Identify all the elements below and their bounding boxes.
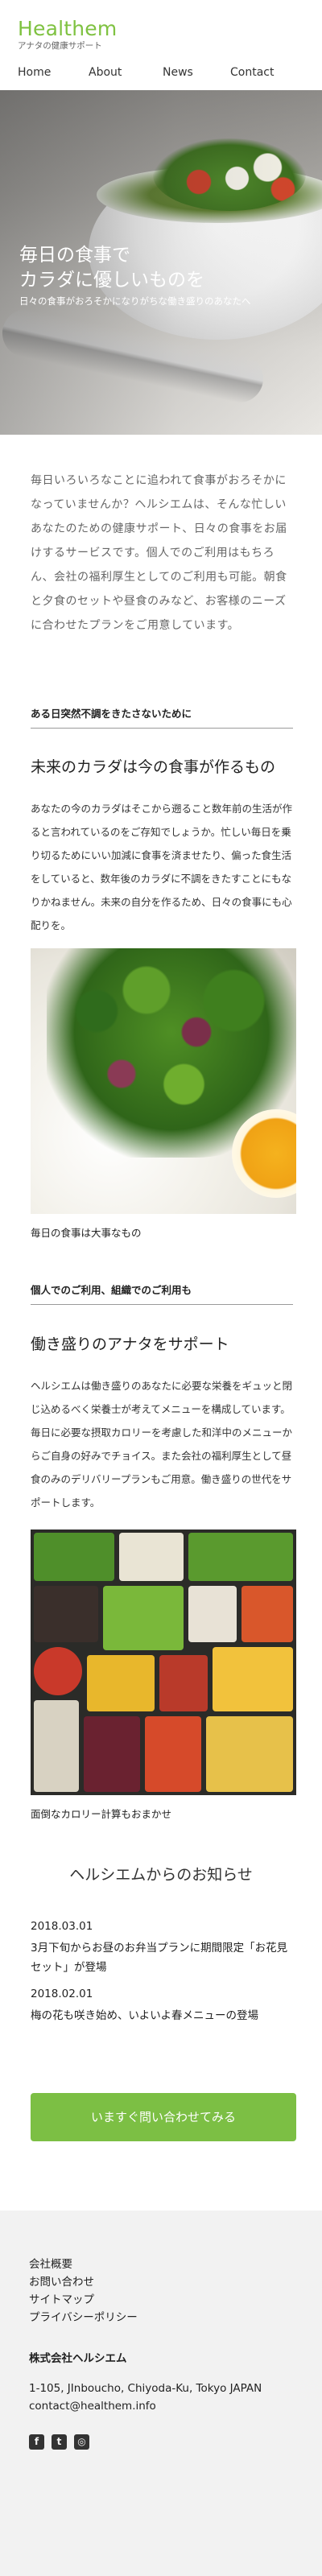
tomato-cell xyxy=(34,1647,82,1695)
section2-label: 個人でのご利用、組織でのご利用も xyxy=(31,1282,293,1305)
address-line: 1-105, JInboucho, Chiyoda-Ku, Tokyo JAPA… xyxy=(29,2382,262,2395)
hero-title: 毎日の食事で カラダに優しいものを xyxy=(19,243,204,293)
hero-subtitle: 日々の食事がおろそかになりがちな働き盛りのあなたへ xyxy=(19,295,251,307)
footer-link-privacy[interactable]: プライバシーポリシー xyxy=(29,2309,138,2326)
footer-link-sitemap[interactable]: サイトマップ xyxy=(29,2291,138,2309)
section2-photo xyxy=(31,1530,296,1795)
company-address: 1-105, JInboucho, Chiyoda-Ku, Tokyo JAPA… xyxy=(29,2380,262,2415)
news-heading: ヘルシエムからのお知らせ xyxy=(69,1866,253,1884)
facebook-icon[interactable]: f xyxy=(29,2434,44,2450)
section1-caption: 毎日の食事は大事なもの xyxy=(31,1227,142,1239)
news-date: 2018.03.01 xyxy=(31,1920,93,1933)
nav-news[interactable]: News xyxy=(163,64,193,80)
nav-about[interactable]: About xyxy=(89,64,122,80)
section1-body: あなたの今のカラダはそこから遡ること数年前の生活が作ると言われているのをご存知で… xyxy=(31,803,293,931)
food-tray-cell xyxy=(84,1716,140,1792)
food-tray-cell xyxy=(34,1533,114,1581)
news-item-link[interactable]: 3月下旬からお昼のお弁当プランに期間限定「お花見セット」が登場 xyxy=(31,1938,296,1977)
food-tray-cell xyxy=(87,1655,155,1711)
section2-caption: 面倒なカロリー計算もおまかせ xyxy=(31,1808,172,1820)
instagram-icon[interactable]: ◎ xyxy=(74,2434,89,2450)
section2-body: ヘルシエムは働き盛りのあなたに必要な栄養をギュッと閉じ込めるべく栄養士が考えてメ… xyxy=(31,1380,293,1509)
food-tray-cell xyxy=(206,1716,293,1792)
news-item-link[interactable]: 梅の花も咲き始め、いよいよ春メニューの登場 xyxy=(31,2006,296,2025)
social-links: f t ◎ xyxy=(29,2434,89,2450)
twitter-icon[interactable]: t xyxy=(52,2434,67,2450)
food-tray-cell xyxy=(103,1586,184,1650)
hero-title-line2: カラダに優しいものを xyxy=(19,270,204,291)
section2-title: 働き盛りのアナタをサポート xyxy=(31,1335,229,1353)
nav-home[interactable]: Home xyxy=(18,64,51,80)
food-tray-cell xyxy=(159,1655,208,1711)
food-tray-cell xyxy=(34,1586,98,1642)
email-link[interactable]: contact@healthem.info xyxy=(29,2397,262,2415)
hero-banner: 毎日の食事で カラダに優しいものを 日々の食事がおろそかになりがちな働き盛りのあ… xyxy=(0,90,322,435)
section1-photo xyxy=(31,948,296,1214)
logo[interactable]: Healthem アナタの健康サポート xyxy=(18,18,117,52)
food-tray-cell xyxy=(242,1586,293,1642)
site-header: Healthem アナタの健康サポート Home About News Cont… xyxy=(0,0,322,90)
logo-tagline: アナタの健康サポート xyxy=(18,41,102,51)
contact-cta-button[interactable]: いますぐ問い合わせてみる xyxy=(31,2093,296,2141)
section1-label: ある日突然不調をきたさないために xyxy=(31,705,293,729)
food-tray-cell xyxy=(188,1586,237,1642)
intro-text: 毎日いろいろなことに追われて食事がおろそかになっていませんか？ヘルシエムは、そん… xyxy=(31,474,287,632)
food-tray-cell xyxy=(145,1716,201,1792)
food-tray-cell xyxy=(213,1647,293,1711)
food-tray-cell xyxy=(188,1533,293,1581)
section1-title: 未来のカラダは今の食事が作るもの xyxy=(31,758,276,776)
site-footer: 会社概要 お問い合わせ サイトマップ プライバシーポリシー 株式会社ヘルシエム … xyxy=(0,2211,322,2576)
company-name: 株式会社ヘルシエム xyxy=(29,2352,127,2365)
footer-links: 会社概要 お問い合わせ サイトマップ プライバシーポリシー xyxy=(29,2256,138,2326)
footer-link-contact[interactable]: お問い合わせ xyxy=(29,2273,138,2291)
hero-title-line1: 毎日の食事で xyxy=(19,245,130,266)
food-tray-cell xyxy=(34,1700,79,1792)
nav-contact[interactable]: Contact xyxy=(230,64,274,80)
news-date: 2018.02.01 xyxy=(31,1988,93,2000)
logo-text[interactable]: Healthem xyxy=(18,18,117,40)
footer-link-company[interactable]: 会社概要 xyxy=(29,2256,138,2273)
food-tray-cell xyxy=(119,1533,184,1581)
